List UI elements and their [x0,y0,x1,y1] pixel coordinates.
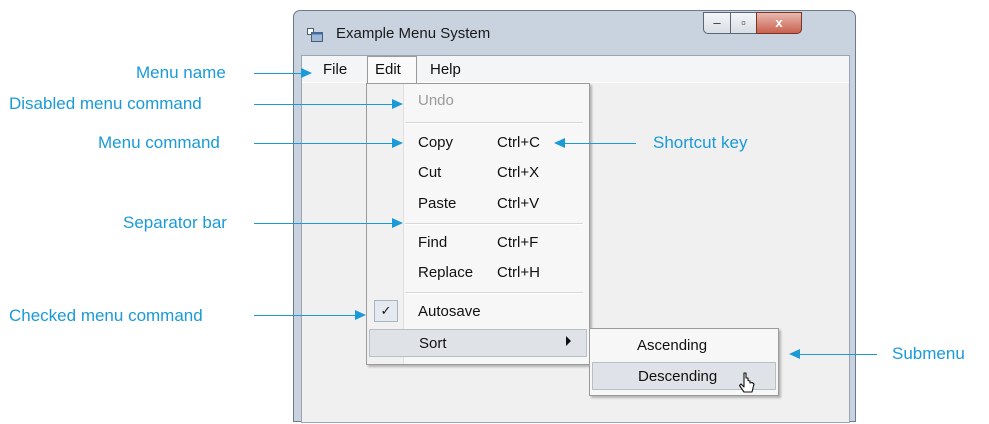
annotation-checked-command: Checked menu command [9,306,203,325]
shortcut-label: Ctrl+X [497,164,540,181]
menu-item-replace[interactable]: Replace Ctrl+H [367,260,589,286]
submenu-item-label: Descending [638,368,718,385]
title-bar[interactable]: Example Menu System – ▫ x [294,11,855,53]
mouse-cursor-icon [738,372,755,393]
annotation-arrow [789,349,877,359]
annotation-arrow [254,138,403,148]
shortcut-label: Ctrl+F [497,234,539,251]
menu-item-cut[interactable]: Cut Ctrl+X [367,160,589,186]
annotation-arrow [254,68,312,78]
annotation-disabled-command: Disabled menu command [9,94,202,113]
submenu-arrow-icon [566,336,571,346]
minimize-button[interactable]: – [703,12,731,34]
submenu-item-label: Ascending [637,337,708,354]
menu-item-label: Paste [418,195,457,212]
close-button[interactable]: x [756,12,802,34]
separator [405,292,583,294]
menu-help[interactable]: Help [430,61,461,78]
separator [405,223,583,225]
maximize-icon: ▫ [741,15,746,30]
maximize-button[interactable]: ▫ [730,12,757,34]
minimize-icon: – [713,15,721,30]
submenu-item-ascending[interactable]: Ascending [592,332,776,360]
annotation-arrow [254,218,403,228]
annotation-submenu: Submenu [892,344,965,363]
menu-item-label: Sort [419,335,447,352]
shortcut-label: Ctrl+H [497,264,540,281]
annotation-arrow [554,138,636,148]
menu-item-label: Copy [418,134,454,151]
menu-item-label: Cut [418,164,442,181]
annotation-shortcut-key: Shortcut key [653,133,748,152]
app-icon [307,28,323,42]
annotation-menu-command: Menu command [98,133,220,152]
menu-item-find[interactable]: Find Ctrl+F [367,230,589,256]
menu-edit[interactable]: Edit [375,61,401,78]
annotation-menu-name: Menu name [136,63,226,82]
menu-item-autosave[interactable]: ✓ Autosave [367,299,589,325]
menu-item-sort[interactable]: Sort [369,329,587,357]
menu-item-paste[interactable]: Paste Ctrl+V [367,191,589,217]
window-title: Example Menu System [336,25,491,42]
shortcut-label: Ctrl+C [497,134,540,151]
menu-item-label: Find [418,234,448,251]
separator [405,122,583,124]
menu-item-label: Replace [418,264,474,281]
checkmark-icon: ✓ [374,300,398,322]
annotation-separator-bar: Separator bar [123,213,227,232]
menu-bar: File Edit Help [302,56,849,86]
menu-item-label: Autosave [418,303,481,320]
annotation-arrow [254,99,403,109]
shortcut-label: Ctrl+V [497,195,540,212]
annotation-arrow [254,310,366,320]
menu-item-label: Undo [418,92,454,109]
close-icon: x [775,15,783,30]
menu-file[interactable]: File [323,61,347,78]
